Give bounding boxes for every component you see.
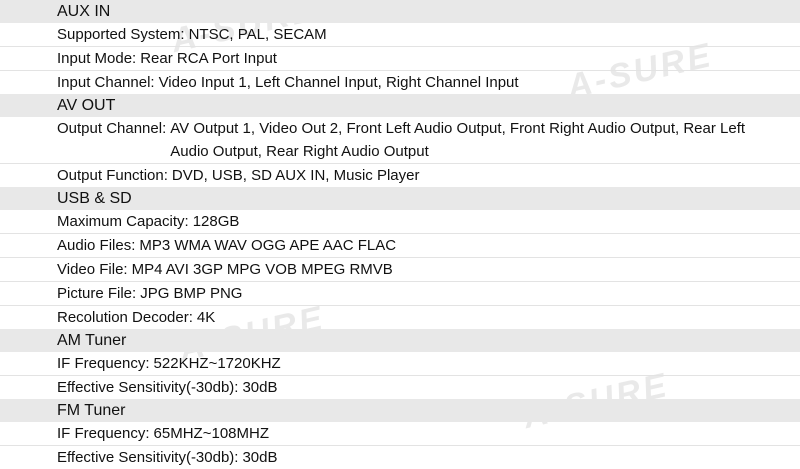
spec-value: AV Output 1, Video Out 2, Front Left Aud… xyxy=(170,120,746,160)
section-header-fm-tuner: FM Tuner xyxy=(0,399,800,422)
spec-value: Video Input 1, Left Channel Input, Right… xyxy=(158,74,519,91)
spec-label: Supported System: xyxy=(57,26,185,43)
spec-label: Maximum Capacity: xyxy=(57,213,189,230)
spec-row: Output Function: DVD, USB, SD AUX IN, Mu… xyxy=(0,164,800,187)
spec-row: Effective Sensitivity(-30db): 30dB xyxy=(0,376,800,399)
section-header-aux-in: AUX IN xyxy=(0,0,800,23)
spec-label: Effective Sensitivity(-30db): xyxy=(57,449,239,466)
spec-label: IF Frequency: xyxy=(57,425,150,442)
spec-label: Picture File: xyxy=(57,285,137,302)
spec-label: Input Channel: xyxy=(57,74,155,91)
section-header-usb-sd: USB & SD xyxy=(0,187,800,210)
spec-row: Output Channel: AV Output 1, Video Out 2… xyxy=(0,117,800,164)
spec-row: Supported System: NTSC, PAL, SECAM xyxy=(0,23,800,47)
spec-row: IF Frequency: 65MHZ~108MHZ xyxy=(0,422,800,446)
spec-row: Video File: MP4 AVI 3GP MPG VOB MPEG RMV… xyxy=(0,258,800,282)
spec-value: 128GB xyxy=(192,213,240,230)
spec-label: Output Function: xyxy=(57,167,168,184)
spec-value: MP4 AVI 3GP MPG VOB MPEG RMVB xyxy=(131,261,393,278)
spec-label: Recolution Decoder: xyxy=(57,309,193,326)
spec-row: Input Mode: Rear RCA Port Input xyxy=(0,47,800,71)
spec-label: IF Frequency: xyxy=(57,355,150,372)
spec-label: Input Mode: xyxy=(57,50,137,67)
spec-value: DVD, USB, SD AUX IN, Music Player xyxy=(171,167,420,184)
section-header-am-tuner: AM Tuner xyxy=(0,329,800,352)
spec-row: Recolution Decoder: 4K xyxy=(0,306,800,329)
spec-row: Effective Sensitivity(-30db): 30dB xyxy=(0,446,800,469)
spec-row: Maximum Capacity: 128GB xyxy=(0,210,800,234)
spec-row: Input Channel: Video Input 1, Left Chann… xyxy=(0,71,800,94)
spec-value: 30dB xyxy=(242,379,278,396)
spec-label: Output Channel: xyxy=(57,120,167,137)
spec-value: 30dB xyxy=(242,449,278,466)
spec-value: NTSC, PAL, SECAM xyxy=(188,26,327,43)
spec-row: Picture File: JPG BMP PNG xyxy=(0,282,800,306)
spec-value: 4K xyxy=(196,309,216,326)
spec-value: JPG BMP PNG xyxy=(140,285,243,302)
spec-value: 65MHZ~108MHZ xyxy=(153,425,269,442)
spec-label: Video File: xyxy=(57,261,128,278)
spec-value: Rear RCA Port Input xyxy=(140,50,277,67)
spec-row: Audio Files: MP3 WMA WAV OGG APE AAC FLA… xyxy=(0,234,800,258)
spec-value: MP3 WMA WAV OGG APE AAC FLAC xyxy=(139,237,397,254)
spec-value: 522KHZ~1720KHZ xyxy=(153,355,281,372)
spec-rows: AUX IN Supported System: NTSC, PAL, SECA… xyxy=(0,0,800,469)
spec-sheet: A-SURE A-SURE A-SURE A-SURE AUX IN Suppo… xyxy=(0,0,800,466)
spec-label: Audio Files: xyxy=(57,237,136,254)
spec-row: IF Frequency: 522KHZ~1720KHZ xyxy=(0,352,800,376)
section-header-av-out: AV OUT xyxy=(0,94,800,117)
spec-label: Effective Sensitivity(-30db): xyxy=(57,379,239,396)
